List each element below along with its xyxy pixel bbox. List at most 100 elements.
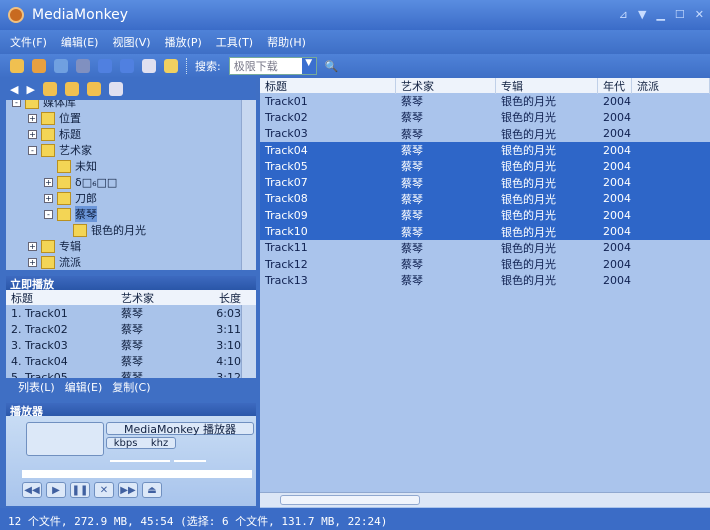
column-header[interactable]: 长度 [196, 290, 241, 306]
tree-node[interactable]: 银色的月光 [60, 222, 146, 238]
tree-node[interactable]: 未知 [44, 158, 97, 174]
back-icon[interactable]: ◀ [10, 83, 18, 96]
cell: 2004 [603, 192, 631, 206]
tree-node[interactable]: + 专辑 [28, 238, 81, 254]
tree-scrollbar[interactable] [241, 100, 256, 270]
np-menu-item[interactable]: 复制(C) [112, 379, 150, 395]
cell: 银色的月光 [501, 274, 556, 288]
column-header[interactable]: 艺术家 [396, 78, 496, 94]
collapse-icon[interactable]: - [28, 145, 37, 155]
play-icon[interactable] [98, 59, 112, 73]
toolbar-icon[interactable] [164, 59, 178, 73]
play-button[interactable]: ▶ [46, 482, 66, 498]
column-header[interactable]: 艺术家 [116, 290, 196, 306]
expand-icon[interactable]: + [28, 129, 37, 139]
toolbar-icon[interactable] [42, 82, 57, 96]
table-row[interactable]: Track10 蔡琴 银色的月光 2004 [260, 223, 710, 240]
cell: 蔡琴 [401, 176, 423, 190]
list-item[interactable]: 5. Track05 蔡琴 3:12 [6, 369, 256, 379]
list-item[interactable]: 1. Track01 蔡琴 6:03 [6, 305, 256, 321]
next-button[interactable]: ▶▶ [118, 482, 138, 498]
tree-node-label: 媒体库 [43, 100, 76, 109]
volume-slider[interactable] [110, 460, 170, 462]
minimize-button[interactable]: ▁ [656, 8, 664, 21]
balance-slider[interactable] [174, 460, 206, 462]
tree-node[interactable]: + 位置 [28, 110, 81, 126]
tree-node[interactable]: + 流派 [28, 254, 81, 270]
maximize-button[interactable]: ☐ [675, 8, 685, 21]
forward-icon[interactable]: ▶ [26, 83, 34, 96]
eject-button[interactable]: ⏏ [142, 482, 162, 498]
toolbar-icon[interactable] [86, 82, 101, 96]
table-row[interactable]: Track08 蔡琴 银色的月光 2004 [260, 190, 710, 208]
toolbar-icon[interactable] [64, 82, 79, 96]
expand-icon[interactable]: + [28, 257, 37, 267]
prev-button[interactable]: ◀◀ [22, 482, 42, 498]
collapse-icon[interactable]: - [44, 209, 53, 219]
list-item[interactable]: 4. Track04 蔡琴 4:10 [6, 353, 256, 369]
toolbar-icon[interactable] [32, 59, 46, 73]
tree-node[interactable]: + 刀郎 [44, 190, 97, 206]
tree-node[interactable]: - 蔡琴 [44, 206, 97, 222]
menu-item[interactable]: 文件(F) [10, 34, 47, 50]
collapse-icon[interactable]: - [12, 100, 21, 107]
column-header[interactable]: 标题 [260, 78, 396, 94]
column-header[interactable]: 标题 [6, 290, 116, 306]
list-item[interactable]: 3. Track03 蔡琴 3:10 [6, 337, 256, 353]
column-header[interactable]: 年代 [598, 78, 632, 94]
table-row[interactable]: Track05 蔡琴 银色的月光 2004 [260, 158, 710, 175]
table-row[interactable]: Track11 蔡琴 银色的月光 2004 [260, 240, 710, 256]
save-icon[interactable] [76, 59, 90, 73]
khz-label: khz [150, 437, 169, 449]
column-header[interactable]: 流派 [632, 78, 710, 94]
np-menu-item[interactable]: 列表(L) [18, 379, 55, 395]
chevron-down-icon[interactable]: ▼ [301, 58, 316, 74]
cell: Track09 [265, 208, 308, 222]
table-row[interactable]: Track04 蔡琴 银色的月光 2004 [260, 141, 710, 159]
pause-button[interactable]: ❚❚ [70, 482, 90, 498]
toolbar-icon[interactable] [120, 59, 134, 73]
table-row[interactable]: Track03 蔡琴 银色的月光 2004 [260, 126, 710, 142]
menu-down-icon[interactable]: ▼ [638, 8, 646, 21]
tree-node[interactable]: + δ□₆□□ [44, 174, 117, 190]
table-row[interactable]: Track09 蔡琴 银色的月光 2004 [260, 207, 710, 224]
tree-node[interactable]: - 艺术家 [28, 142, 92, 158]
table-row[interactable]: Track01 蔡琴 银色的月光 2004 [260, 93, 710, 109]
search-combo[interactable]: 极限下载 ▼ [228, 57, 317, 75]
toolbar-icon[interactable] [54, 59, 68, 73]
column-header[interactable]: 专辑 [496, 78, 598, 94]
menu-item[interactable]: 帮助(H) [267, 34, 306, 50]
menu-item[interactable]: 工具(T) [216, 34, 253, 50]
menu-item[interactable]: 播放(P) [165, 34, 202, 50]
table-row[interactable]: Track13 蔡琴 银色的月光 2004 [260, 272, 710, 288]
table-row[interactable]: Track07 蔡琴 银色的月光 2004 [260, 174, 710, 191]
cell: Track10 [265, 225, 308, 239]
toolbar-icon[interactable] [10, 59, 24, 73]
table-row[interactable]: Track02 蔡琴 银色的月光 2004 [260, 109, 710, 125]
close-button[interactable]: ✕ [695, 8, 704, 21]
list-item[interactable]: 2. Track02 蔡琴 3:11 [6, 321, 256, 337]
toolbar-icon[interactable] [108, 82, 123, 96]
menu-item[interactable]: 编辑(E) [61, 34, 99, 50]
cell: 蔡琴 [401, 192, 423, 206]
seek-bar[interactable] [22, 470, 252, 478]
folder-icon [41, 255, 55, 269]
expand-icon[interactable]: + [28, 241, 37, 251]
expand-icon[interactable]: + [44, 193, 53, 203]
folder-icon [41, 143, 55, 157]
toolbar-icon[interactable] [142, 59, 156, 73]
np-menu-item[interactable]: 编辑(E) [65, 379, 103, 395]
library-tree: -媒体库+位置+标题-艺术家未知+δ□₆□□+刀郎-蔡琴银色的月光+专辑+流派+… [6, 100, 256, 270]
np-scrollbar[interactable] [241, 305, 256, 378]
expand-icon[interactable]: + [28, 113, 37, 123]
search-value: 极限下载 [233, 60, 278, 73]
stop-button[interactable]: ✕ [94, 482, 114, 498]
magnifier-icon[interactable]: 🔍 [325, 60, 339, 73]
table-row[interactable]: Track12 蔡琴 银色的月光 2004 [260, 256, 710, 272]
horizontal-scrollbar[interactable] [260, 492, 710, 507]
expand-icon[interactable]: + [44, 177, 53, 187]
tree-node[interactable]: + 标题 [28, 126, 81, 142]
tree-node[interactable]: - 媒体库 [12, 100, 76, 110]
menu-item[interactable]: 视图(V) [112, 34, 150, 50]
pin-icon[interactable]: ⊿ [619, 8, 628, 21]
